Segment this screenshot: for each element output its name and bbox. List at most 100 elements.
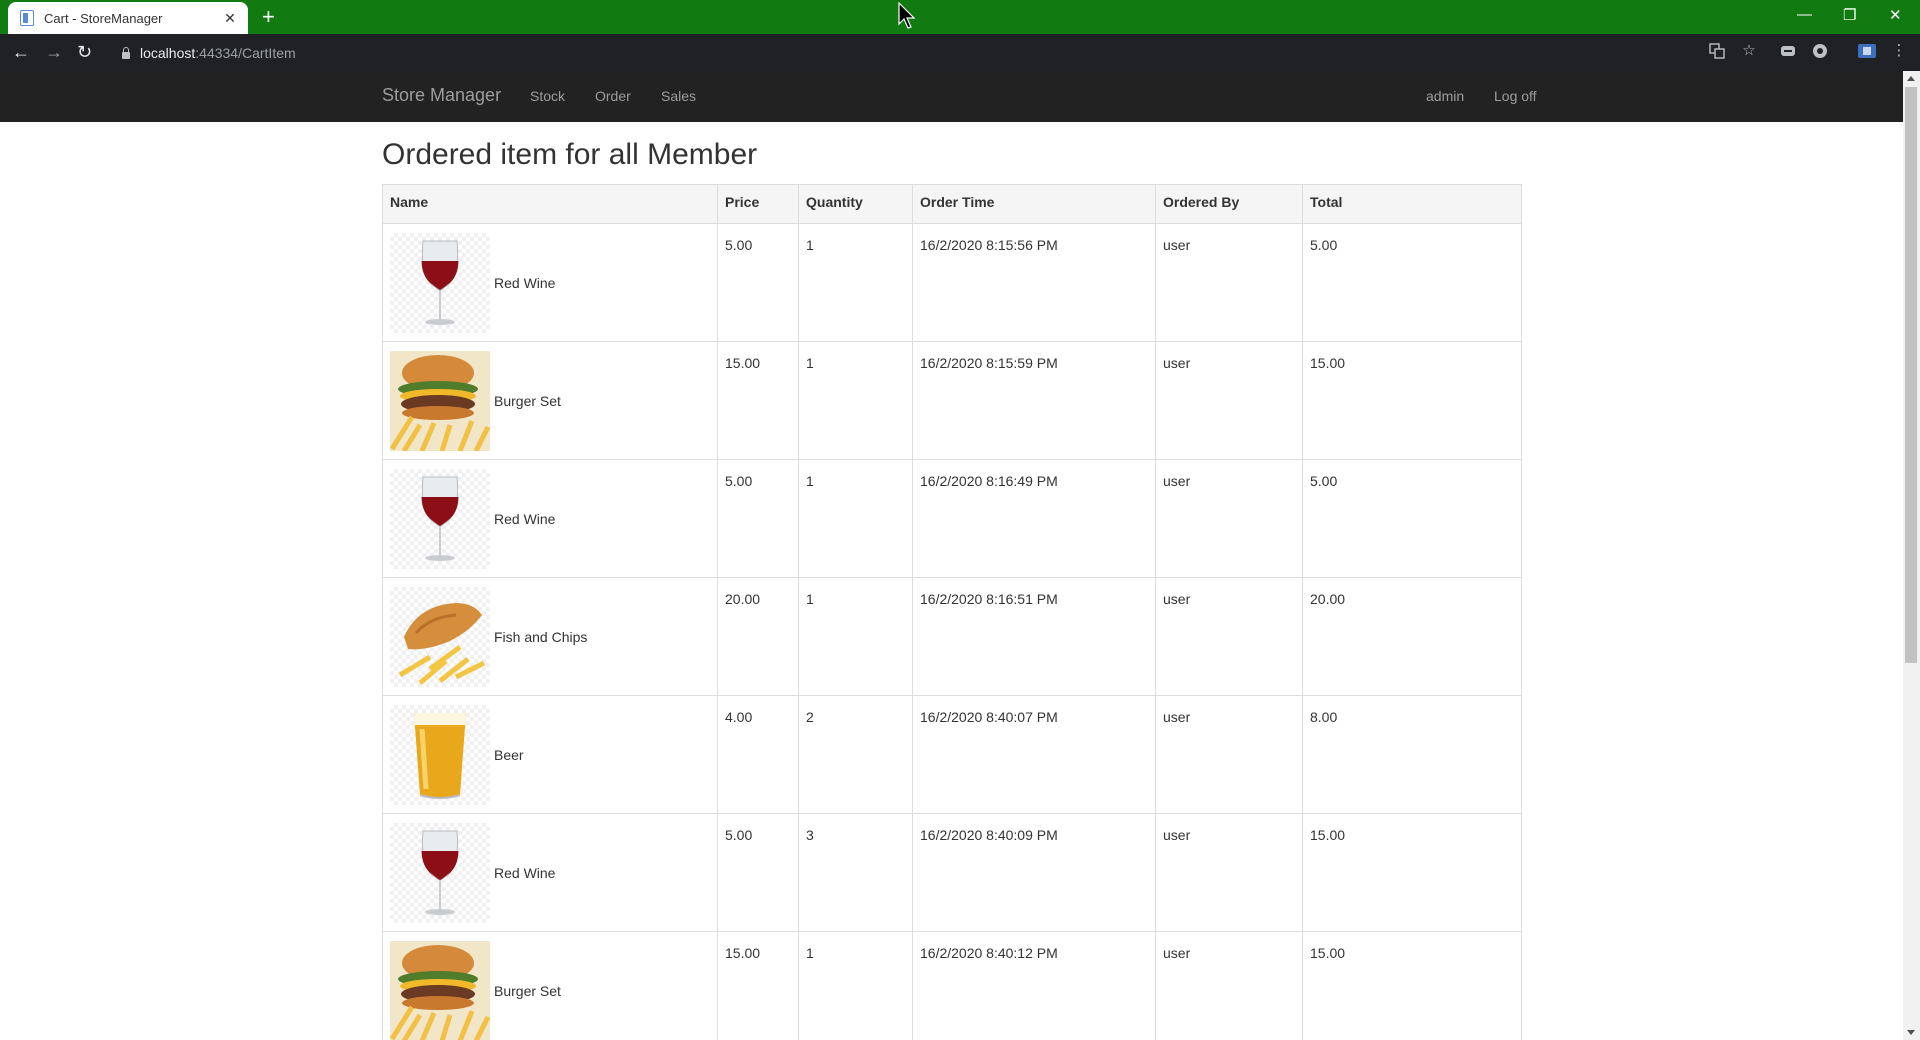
header-name: Name <box>382 184 718 224</box>
product-name-wrap: Beer <box>390 704 710 805</box>
page-favicon-icon <box>20 10 34 26</box>
close-window-button[interactable]: ✕ <box>1889 6 1902 24</box>
product-name: Red Wine <box>494 510 556 527</box>
nav-link-stock[interactable]: Stock <box>530 88 565 104</box>
back-button[interactable]: ← <box>12 42 30 62</box>
cell-order-time: 16/2/2020 8:16:49 PM <box>912 459 1156 578</box>
cell-order-time: 16/2/2020 8:16:51 PM <box>912 577 1156 696</box>
nav-link-order[interactable]: Order <box>595 88 631 104</box>
product-image <box>390 822 490 923</box>
product-name-wrap: Burger Set <box>390 940 710 1040</box>
product-name: Red Wine <box>494 864 556 881</box>
page-viewport: Store Manager Stock Order Sales admin Lo… <box>0 71 1903 1040</box>
cell-name: Beer <box>382 695 718 814</box>
extension-icon[interactable] <box>1780 43 1796 59</box>
cell-total: 5.00 <box>1302 459 1522 578</box>
cell-total: 20.00 <box>1302 577 1522 696</box>
browser-menu-icon[interactable]: ⋮ <box>1891 43 1907 59</box>
cell-total: 15.00 <box>1302 341 1522 460</box>
cell-order-time: 16/2/2020 8:40:09 PM <box>912 813 1156 932</box>
cell-quantity: 1 <box>798 459 913 578</box>
cell-name: Red Wine <box>382 813 718 932</box>
cell-quantity: 1 <box>798 577 913 696</box>
product-name: Fish and Chips <box>494 628 588 645</box>
lock-icon[interactable] <box>122 47 130 59</box>
cell-order-time: 16/2/2020 8:40:07 PM <box>912 695 1156 814</box>
cell-order-time: 16/2/2020 8:15:59 PM <box>912 341 1156 460</box>
cell-price: 5.00 <box>717 459 799 578</box>
bookmark-star-icon[interactable]: ☆ <box>1741 43 1757 59</box>
product-name-wrap: Red Wine <box>390 232 710 333</box>
translate-icon[interactable] <box>1709 43 1725 59</box>
table-row: Fish and Chips 20.00 1 16/2/2020 8:16:51 PM… <box>382 577 1522 696</box>
page-title: Ordered item for all Member <box>382 138 758 171</box>
scroll-down-arrow-icon[interactable] <box>1907 1030 1915 1035</box>
header-ordered-by: Ordered By <box>1155 184 1303 224</box>
scrollbar-thumb[interactable] <box>1905 87 1917 663</box>
header-order-time: Order Time <box>912 184 1156 224</box>
browser-tab[interactable]: Cart - StoreManager ✕ <box>8 2 248 34</box>
address-bar[interactable]: localhost:44334/CartItem <box>110 38 1900 67</box>
product-name-wrap: Fish and Chips <box>390 586 710 687</box>
cart-items-table: Name Price Quantity Order Time Ordered B… <box>382 184 1522 1040</box>
product-name: Burger Set <box>494 982 561 999</box>
product-image <box>390 704 490 805</box>
product-name-wrap: Burger Set <box>390 350 710 451</box>
cell-price: 15.00 <box>717 341 799 460</box>
profile-avatar-icon[interactable] <box>1857 43 1877 59</box>
browser-tab-bar: Cart - StoreManager ✕ + — ❐ ✕ <box>0 0 1920 34</box>
product-image <box>390 586 490 687</box>
extension-circle-icon[interactable] <box>1812 43 1828 59</box>
cell-quantity: 2 <box>798 695 913 814</box>
cell-name: Burger Set <box>382 341 718 460</box>
logoff-link[interactable]: Log off <box>1494 88 1537 104</box>
table-header-row: Name Price Quantity Order Time Ordered B… <box>382 184 1522 224</box>
restore-window-button[interactable]: ❐ <box>1843 6 1856 24</box>
new-tab-button[interactable]: + <box>262 6 275 28</box>
table-row: Red Wine 5.00 3 16/2/2020 8:40:09 PM user 15.… <box>382 813 1522 932</box>
brand-link[interactable]: Store Manager <box>382 85 501 106</box>
product-name-wrap: Red Wine <box>390 468 710 569</box>
cell-ordered-by: user <box>1155 459 1303 578</box>
mouse-cursor-icon <box>898 2 916 29</box>
cell-order-time: 16/2/2020 8:40:12 PM <box>912 931 1156 1040</box>
browser-toolbar: ← → ↻ localhost:44334/CartItem ☆ ⋮ <box>0 34 1920 71</box>
cell-total: 8.00 <box>1302 695 1522 814</box>
table-row: Beer 4.00 2 16/2/2020 8:40:07 PM user 8.00 <box>382 695 1522 814</box>
url-path: :44334/CartItem <box>195 44 296 61</box>
product-name: Beer <box>494 746 524 763</box>
scroll-up-arrow-icon[interactable] <box>1907 76 1915 81</box>
nav-link-sales[interactable]: Sales <box>661 88 696 104</box>
product-name-wrap: Red Wine <box>390 822 710 923</box>
nav-link-user[interactable]: admin <box>1426 88 1464 104</box>
product-image <box>390 468 490 569</box>
table-row: Red Wine 5.00 1 16/2/2020 8:16:49 PM user 5.0… <box>382 459 1522 578</box>
cell-total: 5.00 <box>1302 223 1522 342</box>
reload-button[interactable]: ↻ <box>77 42 92 62</box>
tab-close-icon[interactable]: ✕ <box>222 10 238 27</box>
product-name: Burger Set <box>494 392 561 409</box>
product-image <box>390 350 490 451</box>
cell-ordered-by: user <box>1155 223 1303 342</box>
cell-ordered-by: user <box>1155 341 1303 460</box>
cell-total: 15.00 <box>1302 813 1522 932</box>
table-row: Burger Set 15.00 1 16/2/2020 8:15:59 PM user… <box>382 341 1522 460</box>
url-host: localhost <box>140 44 196 61</box>
cell-quantity: 1 <box>798 931 913 1040</box>
cell-name: Red Wine <box>382 459 718 578</box>
site-navbar: Store Manager Stock Order Sales admin Lo… <box>0 71 1903 122</box>
cell-ordered-by: user <box>1155 813 1303 932</box>
cell-ordered-by: user <box>1155 931 1303 1040</box>
forward-button[interactable]: → <box>45 42 63 62</box>
cell-price: 20.00 <box>717 577 799 696</box>
cell-quantity: 3 <box>798 813 913 932</box>
tab-title: Cart - StoreManager <box>44 10 163 26</box>
cell-total: 15.00 <box>1302 931 1522 1040</box>
product-image <box>390 940 490 1040</box>
cell-price: 5.00 <box>717 223 799 342</box>
cell-quantity: 1 <box>798 341 913 460</box>
page-scrollbar[interactable] <box>1903 71 1920 1040</box>
cell-order-time: 16/2/2020 8:15:56 PM <box>912 223 1156 342</box>
minimize-window-button[interactable]: — <box>1797 6 1812 23</box>
cell-ordered-by: user <box>1155 695 1303 814</box>
